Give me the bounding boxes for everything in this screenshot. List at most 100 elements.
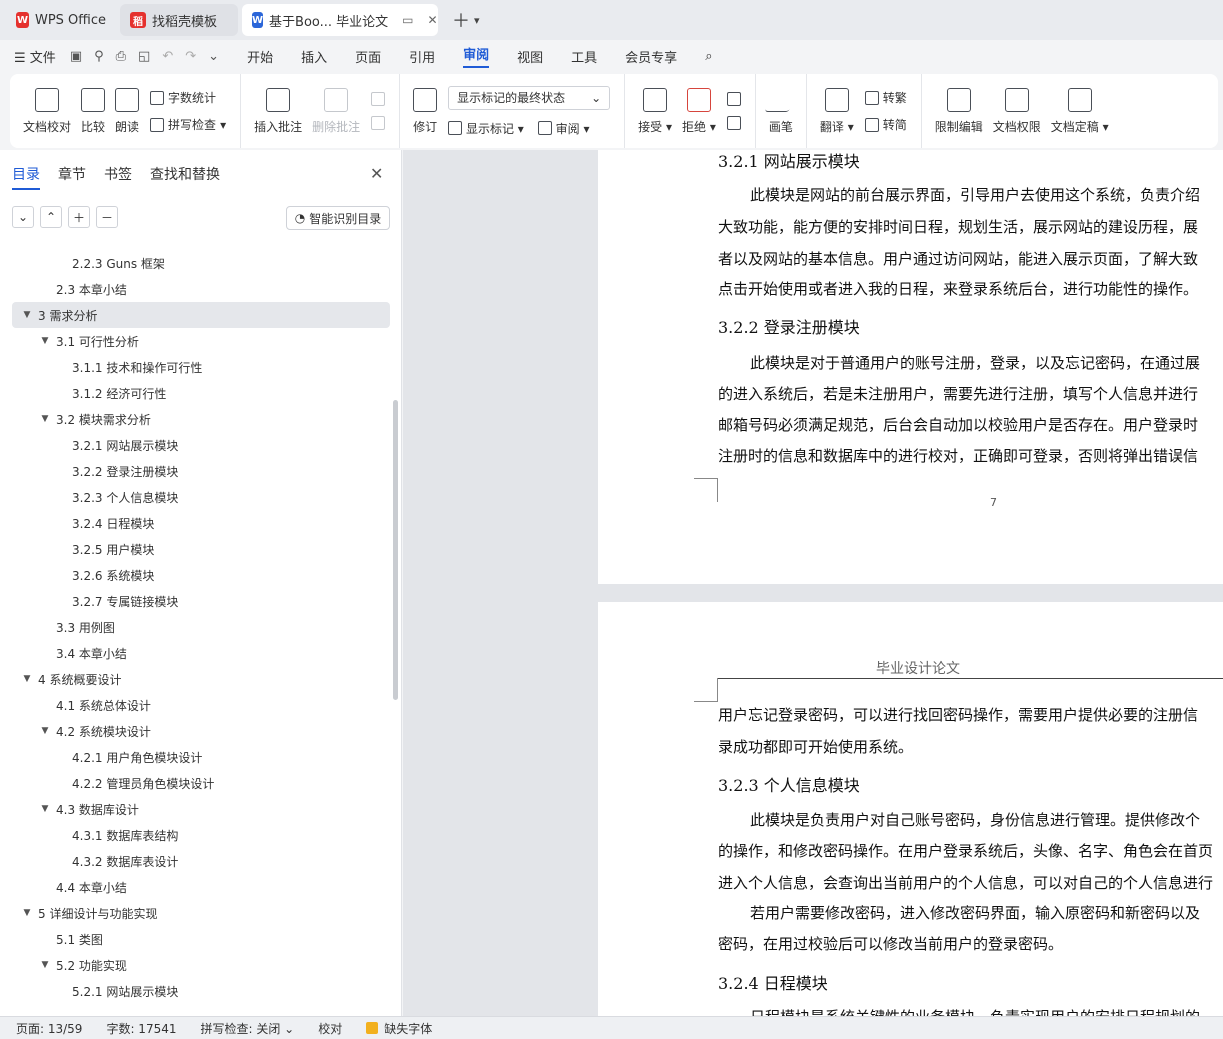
new-tab-plus-icon[interactable]: ＋ [452, 7, 470, 33]
nav-tab-bookmarks[interactable]: 书签 [104, 164, 132, 190]
doc-finalize-button[interactable]: 文档定稿 ▾ [1051, 87, 1109, 135]
chevron-down-icon[interactable]: ▾ [474, 14, 480, 27]
toc-item[interactable]: 3.2.2 登录注册模块 [12, 458, 390, 484]
pen-button[interactable]: 画笔 [764, 87, 798, 135]
markup-state-select[interactable]: 显示标记的最终状态 ⌄ [448, 85, 611, 110]
expand-arrow-icon[interactable]: ▼ [38, 960, 52, 970]
tab-insert[interactable]: 插入 [301, 47, 327, 66]
accept-button[interactable]: 接受 ▾ [638, 87, 672, 135]
spell-check-button[interactable]: 拼写检查 ▾ [150, 116, 226, 133]
close-nav-icon[interactable]: ✕ [370, 164, 383, 183]
expand-arrow-icon[interactable]: ▼ [38, 726, 52, 736]
toc-item[interactable]: ▼ 3.1 可行性分析 [12, 328, 390, 354]
tab-tools[interactable]: 工具 [571, 47, 597, 66]
expand-arrow-icon[interactable]: ▼ [20, 908, 34, 918]
nav-tab-toc[interactable]: 目录 [12, 164, 40, 190]
save-icon[interactable]: ▣ [70, 49, 82, 64]
add-heading-icon[interactable]: ＋ [68, 206, 90, 228]
print-preview-icon[interactable]: ◱ [138, 49, 150, 64]
undo-icon[interactable]: ↶ [162, 49, 173, 64]
toc-item[interactable]: 4.2.2 管理员角色模块设计 [12, 770, 390, 796]
smart-toc-button[interactable]: ◔ 智能识别目录 [286, 206, 390, 230]
toc-item[interactable]: 3.3 用例图 [12, 614, 390, 640]
nav-tab-sections[interactable]: 章节 [58, 164, 86, 190]
word-count-button[interactable]: 字数统计 [150, 89, 226, 106]
toc-item[interactable]: ▼ 3.2 模块需求分析 [12, 406, 390, 432]
tab-references[interactable]: 引用 [409, 47, 435, 66]
close-tab-icon[interactable]: ✕ [428, 13, 438, 27]
toc-item[interactable]: 5.2.1 网站展示模块 [12, 978, 390, 1004]
remove-heading-icon[interactable]: － [96, 206, 118, 228]
next-change-icon[interactable] [726, 116, 741, 130]
tab-start[interactable]: 开始 [247, 47, 273, 66]
proofread-status[interactable]: 校对 [318, 1020, 342, 1037]
tab-document[interactable]: W 基于Boo... 毕业论文 ▭ ✕ [242, 4, 438, 36]
page-indicator[interactable]: 页面: 13/59 [16, 1020, 82, 1037]
tab-member[interactable]: 会员专享 [625, 47, 677, 66]
toc-item[interactable]: 4.1 系统总体设计 [12, 692, 390, 718]
toc-item[interactable]: 3.1.1 技术和操作可行性 [12, 354, 390, 380]
tab-review[interactable]: 审阅 [463, 44, 490, 68]
toc-item[interactable]: 3.4 本章小结 [12, 640, 390, 666]
translate-button[interactable]: 翻译 ▾ [820, 87, 854, 135]
toc-item[interactable]: 3.2.6 系统模块 [12, 562, 390, 588]
toc-scrollbar[interactable] [393, 400, 398, 700]
word-count-status[interactable]: 字数: 17541 [106, 1020, 176, 1037]
spell-check-status[interactable]: 拼写检查: 关闭 ⌄ [201, 1020, 295, 1037]
print-icon[interactable]: ⎙ [116, 49, 126, 64]
expand-arrow-icon[interactable]: ▼ [20, 310, 34, 320]
toc-item[interactable]: ▼ 4.2 系统模块设计 [12, 718, 390, 744]
track-changes-button[interactable]: 修订 [413, 87, 437, 135]
collapse-up-icon[interactable]: ⌃ [40, 206, 62, 228]
expand-arrow-icon[interactable]: ▼ [20, 674, 34, 684]
tab-view[interactable]: 视图 [517, 47, 543, 66]
compare-button[interactable]: 比较 [81, 87, 105, 135]
nav-tab-find-replace[interactable]: 查找和替换 [150, 164, 220, 190]
expand-down-icon[interactable]: ⌄ [12, 206, 34, 228]
next-comment-icon[interactable] [371, 116, 386, 130]
document-canvas[interactable]: 3.2.1 网站展示模块 此模块是网站的前台展示界面，引导用户去使用这个系统，负… [403, 150, 1223, 1016]
to-simplified-button[interactable]: 转简 [864, 116, 907, 133]
file-menu[interactable]: ☰ 文件 [14, 47, 56, 66]
toc-item[interactable]: 4.3.1 数据库表结构 [12, 822, 390, 848]
toc-item[interactable]: 2.3 本章小结 [12, 276, 390, 302]
prev-change-icon[interactable] [726, 92, 741, 106]
expand-arrow-icon[interactable]: ▼ [38, 804, 52, 814]
toc-item[interactable]: ▼ 5.2 功能实现 [12, 952, 390, 978]
tab-wps-office[interactable]: W WPS Office [6, 4, 116, 36]
to-traditional-button[interactable]: 转繁 [864, 89, 907, 106]
prev-comment-icon[interactable] [371, 92, 386, 106]
doc-check-button[interactable]: 文档校对 [23, 87, 71, 135]
insert-comment-button[interactable]: 插入批注 [254, 87, 302, 135]
toc-item[interactable]: ▼ 5 详细设计与功能实现 [12, 900, 390, 926]
link-icon[interactable]: ⚲ [94, 49, 104, 64]
toc-item[interactable]: ▼ 4 系统概要设计 [12, 666, 390, 692]
reject-button[interactable]: 拒绝 ▾ [682, 87, 716, 135]
delete-comment-button[interactable]: 删除批注 [312, 87, 360, 135]
toc-item[interactable]: ▼ 3 需求分析 [12, 302, 390, 328]
doc-permission-button[interactable]: 文档权限 [993, 87, 1041, 135]
toc-item[interactable]: 5.1 类图 [12, 926, 390, 952]
read-aloud-button[interactable]: 朗读 [115, 87, 139, 135]
toc-item[interactable]: 2.2.3 Guns 框架 [12, 250, 390, 276]
toc-item[interactable]: 3.2.4 日程模块 [12, 510, 390, 536]
toc-item[interactable]: 4.2.1 用户角色模块设计 [12, 744, 390, 770]
restrict-edit-button[interactable]: 限制编辑 [935, 87, 983, 135]
tab-template[interactable]: 稻 找稻壳模板 [120, 4, 238, 36]
toc-item[interactable]: 4.4 本章小结 [12, 874, 390, 900]
toc-item[interactable]: 4.3.2 数据库表设计 [12, 848, 390, 874]
toc-item[interactable]: 3.2.5 用户模块 [12, 536, 390, 562]
tab-window-icon[interactable]: ▭ [402, 13, 413, 27]
toc-item[interactable]: 3.2.7 专属链接模块 [12, 588, 390, 614]
show-markup-button[interactable]: 显示标记 ▾ [448, 120, 524, 137]
review-pane-button[interactable]: 审阅 ▾ [537, 120, 590, 137]
quick-access-more-icon[interactable]: ⌄ [208, 49, 219, 64]
search-icon[interactable]: ⌕ [705, 49, 712, 64]
toc-item[interactable]: ▼ 4.3 数据库设计 [12, 796, 390, 822]
redo-icon[interactable]: ↷ [185, 49, 196, 64]
toc-item[interactable]: 3.2.3 个人信息模块 [12, 484, 390, 510]
tab-page[interactable]: 页面 [355, 47, 381, 66]
toc-item[interactable]: 3.2.1 网站展示模块 [12, 432, 390, 458]
expand-arrow-icon[interactable]: ▼ [38, 414, 52, 424]
expand-arrow-icon[interactable]: ▼ [38, 336, 52, 346]
